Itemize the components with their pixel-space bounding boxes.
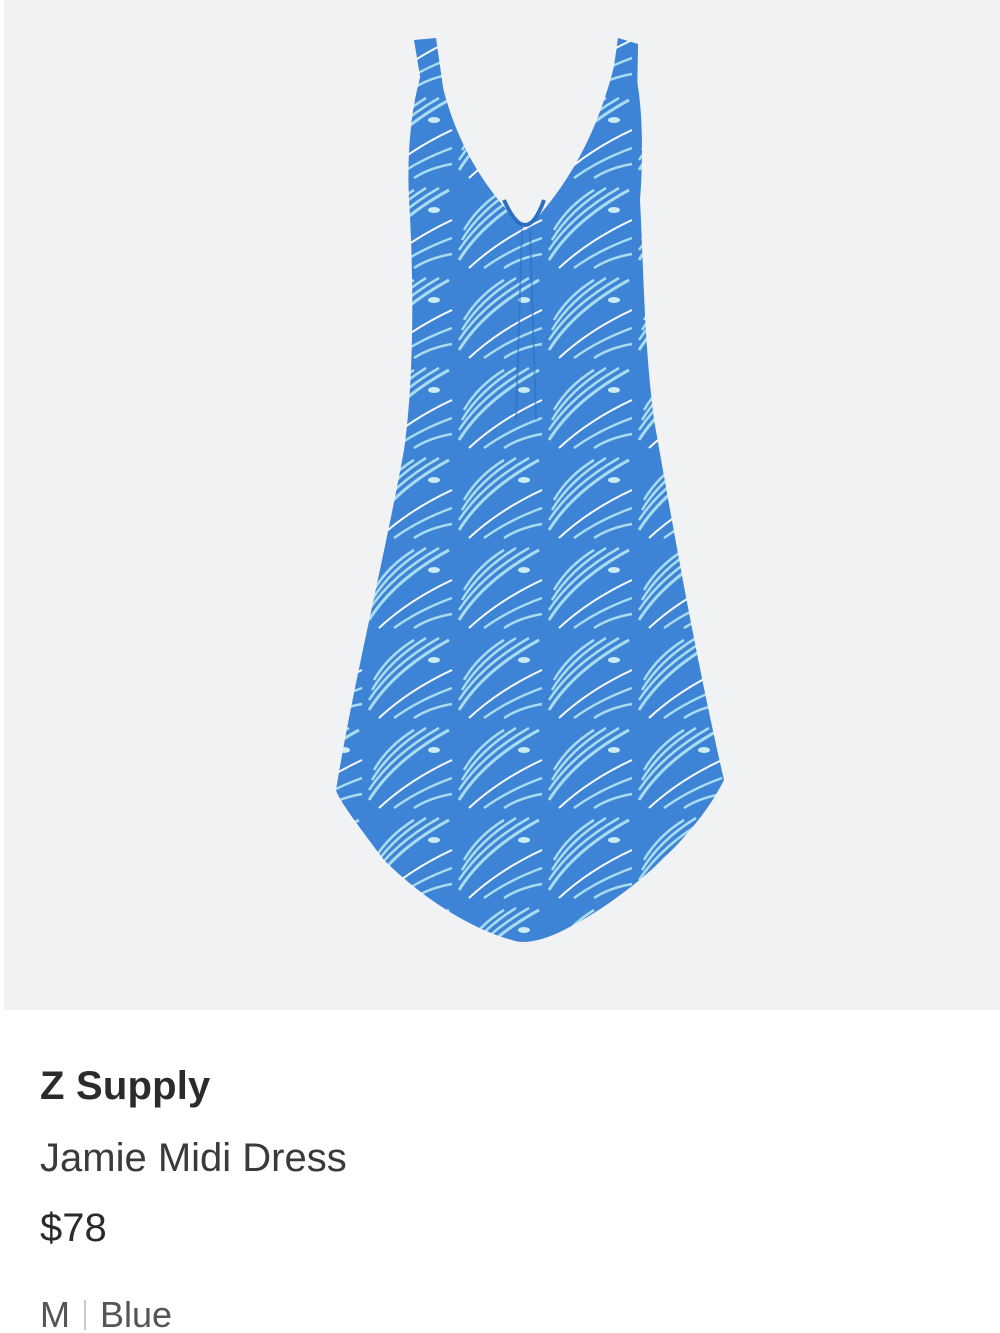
product-image[interactable] bbox=[4, 0, 1000, 1010]
variant-divider bbox=[84, 1300, 86, 1330]
product-variant: M Blue bbox=[40, 1294, 172, 1333]
product-name: Jamie Midi Dress bbox=[40, 1136, 347, 1180]
product-brand: Z Supply bbox=[40, 1064, 211, 1108]
dress-photo-icon bbox=[336, 38, 724, 942]
product-color: Blue bbox=[100, 1294, 173, 1333]
product-card[interactable]: Z Supply Jamie Midi Dress $78 M Blue bbox=[0, 0, 1000, 1333]
product-price: $78 bbox=[40, 1206, 107, 1250]
product-size: M bbox=[40, 1294, 70, 1333]
